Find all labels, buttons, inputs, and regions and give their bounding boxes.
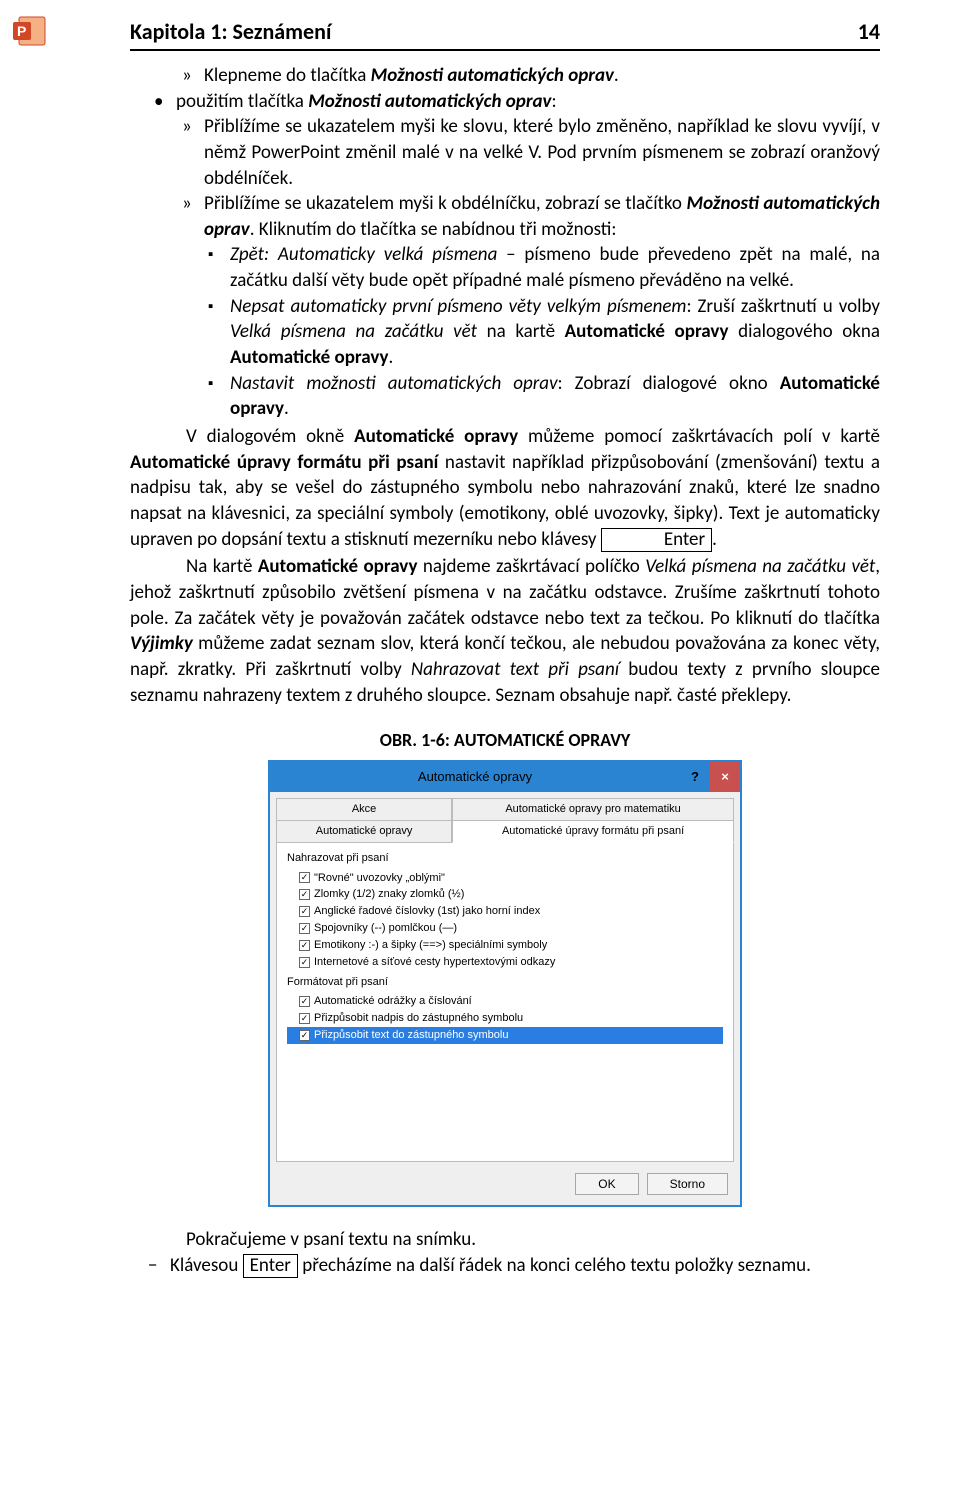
key-enter: Enter [601, 528, 712, 553]
page-number: 14 [858, 18, 880, 45]
checkbox-label: "Rovné" uvozovky „oblými" [314, 871, 445, 886]
close-button[interactable]: × [710, 762, 740, 792]
checkbox-row[interactable]: Zlomky (1/2) znaky zlomků (½) [287, 886, 723, 903]
dialog-titlebar: Automatické opravy ? × [270, 762, 740, 792]
tab-autocorrect[interactable]: Automatické opravy [276, 820, 452, 843]
checkbox-icon [299, 906, 310, 917]
sq-2: Nepsat automaticky první písmeno věty ve… [230, 294, 880, 371]
bullet-dash: − [148, 1253, 170, 1279]
cancel-button[interactable]: Storno [647, 1173, 728, 1195]
bullet-square: ▪ [208, 371, 230, 422]
paragraph-1: V dialogovém okně Automatické opravy můž… [130, 424, 880, 552]
checkbox-label: Přizpůsobit text do zástupného symbolu [314, 1028, 508, 1043]
sq-1: Zpět: Automaticky velká písmena – písmen… [230, 242, 880, 293]
checkbox-label: Automatické odrážky a číslování [314, 994, 472, 1009]
closing-line-2: Klávesou Enter přecházíme na další řádek… [170, 1253, 880, 1279]
checkbox-label: Anglické řadové číslovky (1st) jako horn… [314, 904, 540, 919]
checkbox-icon [299, 1013, 310, 1024]
checkbox-row[interactable]: Přizpůsobit nadpis do zástupného symbolu [287, 1010, 723, 1027]
checkbox-icon [299, 1030, 310, 1041]
checkbox-row[interactable]: Emotikony :-) a šipky (==>) speciálními … [287, 937, 723, 954]
dialog-buttons: OK Storno [276, 1163, 734, 1195]
line-4: Přiblížíme se ukazatelem myši k obdélníč… [204, 191, 880, 242]
bullet-raquo: » [182, 63, 204, 89]
checkbox-label: Přizpůsobit nadpis do zástupného symbolu [314, 1011, 523, 1026]
checkbox-label: Emotikony :-) a šipky (==>) speciálními … [314, 938, 547, 953]
checkbox-icon [299, 957, 310, 968]
line-1: Klepneme do tlačítka Možnosti automatick… [204, 63, 880, 89]
checkbox-label: Internetové a síťové cesty hypertextovým… [314, 955, 555, 970]
checkbox-icon [299, 940, 310, 951]
closing-block: Pokračujeme v psaní textu na snímku. − K… [130, 1227, 880, 1278]
bullet-square: ▪ [208, 294, 230, 371]
line-2: použitím tlačítka Možnosti automatických… [176, 89, 880, 115]
sq-3: Nastavit možnosti automatických oprav: Z… [230, 371, 880, 422]
checkbox-row[interactable]: Automatické odrážky a číslování [287, 993, 723, 1010]
dialog-body: Akce Automatické opravy pro matematiku A… [270, 792, 740, 1205]
help-button[interactable]: ? [680, 762, 710, 792]
checkbox-icon [299, 872, 310, 883]
page-header: Kapitola 1: Seznámení 14 [130, 0, 880, 51]
body-text: » Klepneme do tlačítka Možnosti automati… [130, 63, 880, 1278]
chapter-title: Kapitola 1: Seznámení [130, 18, 331, 45]
paragraph-2: Na kartě Automatické opravy najdeme zašk… [130, 554, 880, 708]
tab-actions[interactable]: Akce [276, 798, 452, 820]
section-replace: Nahrazovat při psaní [287, 851, 723, 866]
bullet-raquo: » [182, 191, 204, 242]
line-3: Přiblížíme se ukazatelem myši ke slovu, … [204, 114, 880, 191]
checkbox-icon [299, 996, 310, 1007]
ok-button[interactable]: OK [575, 1173, 638, 1195]
powerpoint-icon: P [12, 14, 46, 48]
checkbox-row[interactable]: Anglické řadové číslovky (1st) jako horn… [287, 903, 723, 920]
checkbox-row[interactable]: Spojovníky (--) pomlčkou (—) [287, 920, 723, 937]
checkbox-label: Zlomky (1/2) znaky zlomků (½) [314, 887, 464, 902]
bullet-disc: • [154, 89, 176, 115]
figure-caption: OBR. 1-6: AUTOMATICKÉ OPRAVY [130, 728, 880, 752]
dialog-title: Automatické opravy [270, 762, 680, 792]
autocorrect-dialog: Automatické opravy ? × Akce Automatické … [268, 760, 742, 1206]
bullet-raquo: » [182, 114, 204, 191]
tab-math-autocorrect[interactable]: Automatické opravy pro matematiku [452, 798, 734, 820]
dialog-tabs: Akce Automatické opravy pro matematiku A… [276, 798, 734, 843]
checkbox-row-selected[interactable]: Přizpůsobit text do zástupného symbolu [287, 1027, 723, 1044]
options-panel: Nahrazovat při psaní "Rovné" uvozovky „o… [276, 842, 734, 1162]
key-enter: Enter [243, 1254, 298, 1279]
svg-text:P: P [17, 23, 26, 39]
checkbox-row[interactable]: "Rovné" uvozovky „oblými" [287, 870, 723, 887]
checkbox-row[interactable]: Internetové a síťové cesty hypertextovým… [287, 954, 723, 971]
checkbox-icon [299, 889, 310, 900]
checkbox-label: Spojovníky (--) pomlčkou (—) [314, 921, 457, 936]
bullet-square: ▪ [208, 242, 230, 293]
section-format: Formátovat při psaní [287, 975, 723, 990]
checkbox-icon [299, 923, 310, 934]
closing-line-1: Pokračujeme v psaní textu na snímku. [130, 1227, 880, 1253]
tab-autoformat-as-you-type[interactable]: Automatické úpravy formátu při psaní [452, 820, 734, 843]
